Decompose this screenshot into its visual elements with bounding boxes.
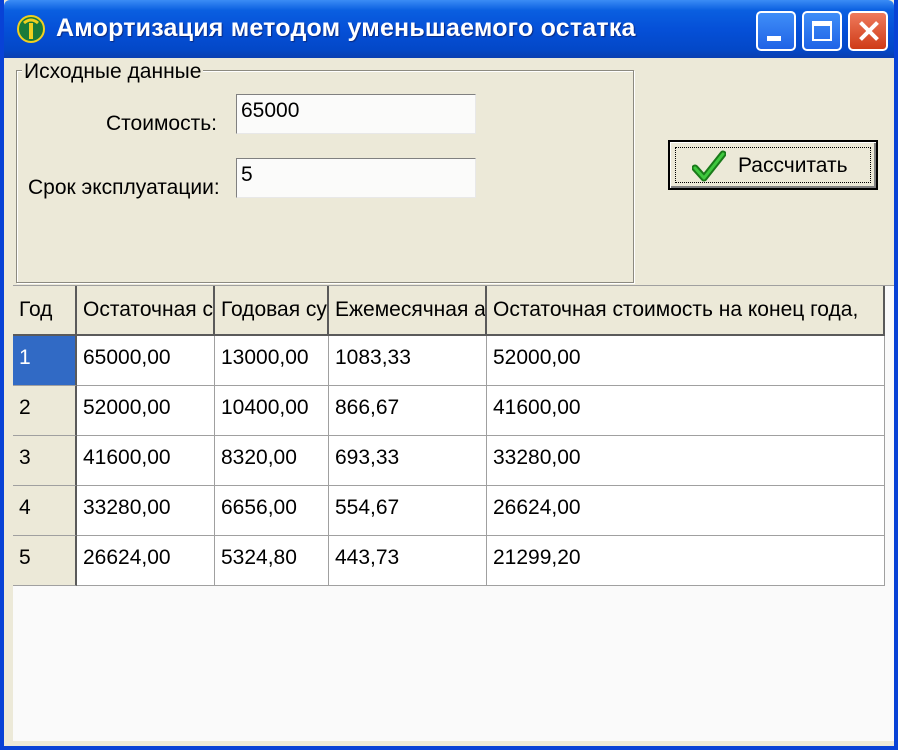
- app-icon: [17, 15, 45, 43]
- calculate-button-label: Рассчитать: [738, 154, 848, 177]
- table-cell[interactable]: 13000,00: [215, 336, 329, 386]
- table-cell[interactable]: 21299,20: [487, 536, 885, 586]
- table-cell[interactable]: 8320,00: [215, 436, 329, 486]
- minimize-icon: [767, 36, 781, 41]
- table-cell-year[interactable]: 3: [13, 436, 77, 486]
- table-cell[interactable]: 693,33: [329, 436, 487, 486]
- column-header-annual-sum[interactable]: Годовая су: [215, 286, 329, 336]
- term-label: Срок эксплуатации:: [28, 176, 220, 199]
- cost-label: Стоимость:: [106, 112, 217, 135]
- cost-input[interactable]: 65000: [236, 94, 476, 134]
- column-header-residual-start[interactable]: Остаточная с: [77, 286, 215, 336]
- results-grid[interactable]: Год Остаточная с Годовая су Ежемесячная …: [13, 285, 894, 741]
- maximize-icon: [812, 21, 832, 41]
- table-cell[interactable]: 10400,00: [215, 386, 329, 436]
- table-cell[interactable]: 41600,00: [487, 386, 885, 436]
- table-cell[interactable]: 65000,00: [77, 336, 215, 386]
- column-header-year[interactable]: Год: [13, 286, 77, 336]
- table-cell-year[interactable]: 2: [13, 386, 77, 436]
- table-cell[interactable]: 866,67: [329, 386, 487, 436]
- maximize-button[interactable]: [802, 11, 842, 51]
- minimize-button[interactable]: [756, 11, 796, 51]
- table-cell-year[interactable]: 5: [13, 536, 77, 586]
- table-cell[interactable]: 26624,00: [77, 536, 215, 586]
- calculate-button[interactable]: Рассчитать: [668, 140, 878, 190]
- checkmark-icon: [692, 150, 726, 182]
- term-input[interactable]: 5: [236, 158, 476, 198]
- title-bar[interactable]: Амортизация методом уменьшаемого остатка: [4, 0, 894, 58]
- table-cell-year[interactable]: 4: [13, 486, 77, 536]
- table-cell[interactable]: 554,67: [329, 486, 487, 536]
- table-cell[interactable]: 33280,00: [487, 436, 885, 486]
- table-cell[interactable]: 52000,00: [487, 336, 885, 386]
- table-cell[interactable]: 443,73: [329, 536, 487, 586]
- table-cell[interactable]: 52000,00: [77, 386, 215, 436]
- window-title: Амортизация методом уменьшаемого остатка: [56, 14, 636, 42]
- table-cell[interactable]: 26624,00: [487, 486, 885, 536]
- column-header-monthly[interactable]: Ежемесячная а: [329, 286, 487, 336]
- main-window: Амортизация методом уменьшаемого остатка…: [0, 0, 898, 750]
- input-group-title: Исходные данные: [22, 60, 204, 84]
- table-cell[interactable]: 33280,00: [77, 486, 215, 536]
- table-cell[interactable]: 41600,00: [77, 436, 215, 486]
- table-cell-year[interactable]: 1: [13, 336, 77, 386]
- table-cell[interactable]: 5324,80: [215, 536, 329, 586]
- table-cell[interactable]: 6656,00: [215, 486, 329, 536]
- table-cell[interactable]: 1083,33: [329, 336, 487, 386]
- close-button[interactable]: [848, 11, 888, 51]
- column-header-residual-end[interactable]: Остаточная стоимость на конец года,: [487, 286, 885, 336]
